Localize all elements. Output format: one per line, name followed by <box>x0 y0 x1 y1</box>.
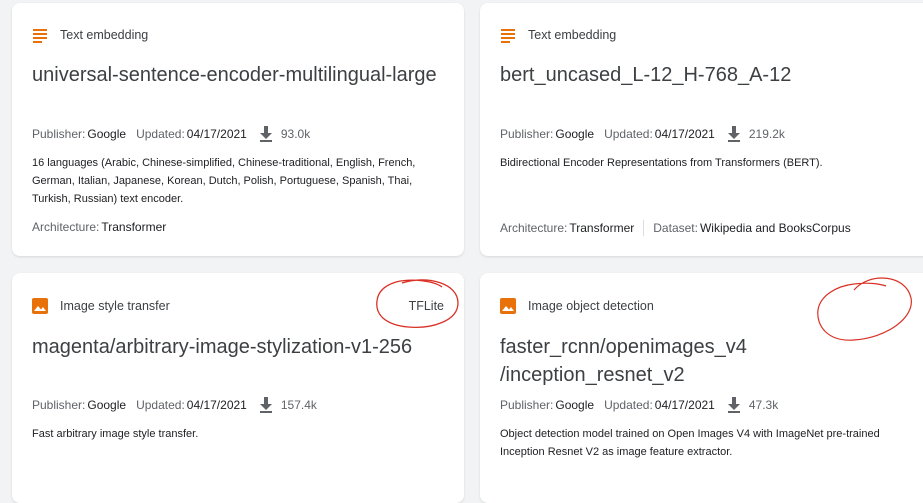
model-card[interactable]: Text embedding universal-sentence-encode… <box>12 3 464 256</box>
downloads-count: 47.3k <box>748 398 779 412</box>
download-icon <box>727 126 740 142</box>
updated-value: 04/17/2021 <box>186 127 247 141</box>
category-row: Text embedding <box>32 25 444 45</box>
publisher-value: Google <box>555 398 595 412</box>
downloads: 47.3k <box>727 397 778 413</box>
architecture-row: Architecture: Transformer <box>32 220 444 234</box>
updated-value: 04/17/2021 <box>654 398 715 412</box>
updated-value: 04/17/2021 <box>654 127 715 141</box>
architecture-row: Architecture: Transformer Dataset: Wikip… <box>500 220 920 236</box>
model-title-link[interactable]: universal-sentence-encoder-multilingual-… <box>32 61 454 89</box>
updated-label: Updated: <box>604 127 653 141</box>
publisher-value: Google <box>87 127 127 141</box>
updated-label: Updated: <box>136 398 185 412</box>
model-card[interactable]: Image style transfer TFLite magenta/arbi… <box>12 273 464 503</box>
model-description: Object detection model trained on Open I… <box>500 428 880 458</box>
category-row: Image style transfer TFLite <box>32 296 444 316</box>
updated-value: 04/17/2021 <box>186 398 247 412</box>
download-icon <box>727 397 740 413</box>
dataset-value: Wikipedia and BooksCorpus <box>699 221 851 235</box>
category-row: Image object detection <box>500 296 920 316</box>
updated-label: Updated: <box>604 398 653 412</box>
meta-row: Publisher: Google Updated: 04/17/2021 93… <box>32 126 454 142</box>
architecture-label: Architecture: <box>32 220 100 234</box>
category-row: Text embedding <box>500 25 920 45</box>
architecture-label: Architecture: <box>500 221 568 235</box>
text-lines-icon <box>33 29 47 43</box>
model-title-link[interactable]: faster_rcnn/openimages_v4 /inception_res… <box>500 333 923 389</box>
model-card[interactable]: Image object detection faster_rcnn/openi… <box>480 273 923 503</box>
dataset-label: Dataset: <box>653 221 698 235</box>
publisher-label: Publisher: <box>500 398 554 412</box>
category-label: Image object detection <box>528 299 654 313</box>
download-icon <box>259 126 272 142</box>
publisher-value: Google <box>87 398 127 412</box>
model-description: Fast arbitrary image style transfer. <box>32 428 199 440</box>
download-icon <box>259 397 272 413</box>
image-icon <box>500 298 516 314</box>
publisher-label: Publisher: <box>32 127 86 141</box>
model-description: Bidirectional Encoder Representations fr… <box>500 157 823 169</box>
downloads: 157.4k <box>259 397 317 413</box>
model-title-link[interactable]: bert_uncased_L-12_H-768_A-12 <box>500 61 923 89</box>
downloads-count: 219.2k <box>748 127 785 141</box>
architecture-value: Transformer <box>569 221 635 235</box>
architecture-value: Transformer <box>101 220 167 234</box>
category-label: Text embedding <box>60 28 149 42</box>
image-icon <box>32 298 48 314</box>
category-label: Image style transfer <box>60 299 170 313</box>
meta-row: Publisher: Google Updated: 04/17/2021 21… <box>500 126 923 142</box>
downloads: 93.0k <box>259 126 310 142</box>
model-card[interactable]: Text embedding bert_uncased_L-12_H-768_A… <box>480 3 923 256</box>
publisher-value: Google <box>555 127 595 141</box>
publisher-label: Publisher: <box>32 398 86 412</box>
divider <box>643 220 645 236</box>
updated-label: Updated: <box>136 127 185 141</box>
downloads: 219.2k <box>727 126 785 142</box>
publisher-label: Publisher: <box>500 127 554 141</box>
downloads-count: 93.0k <box>280 127 311 141</box>
tflite-badge: TFLite <box>408 299 444 313</box>
text-lines-icon <box>501 29 515 43</box>
meta-row: Publisher: Google Updated: 04/17/2021 15… <box>32 397 454 413</box>
model-description: 16 languages (Arabic, Chinese-simplified… <box>32 157 416 205</box>
meta-row: Publisher: Google Updated: 04/17/2021 47… <box>500 397 923 413</box>
downloads-count: 157.4k <box>280 398 317 412</box>
model-title-link[interactable]: magenta/arbitrary-image-stylization-v1-2… <box>32 333 454 361</box>
category-label: Text embedding <box>528 28 617 42</box>
